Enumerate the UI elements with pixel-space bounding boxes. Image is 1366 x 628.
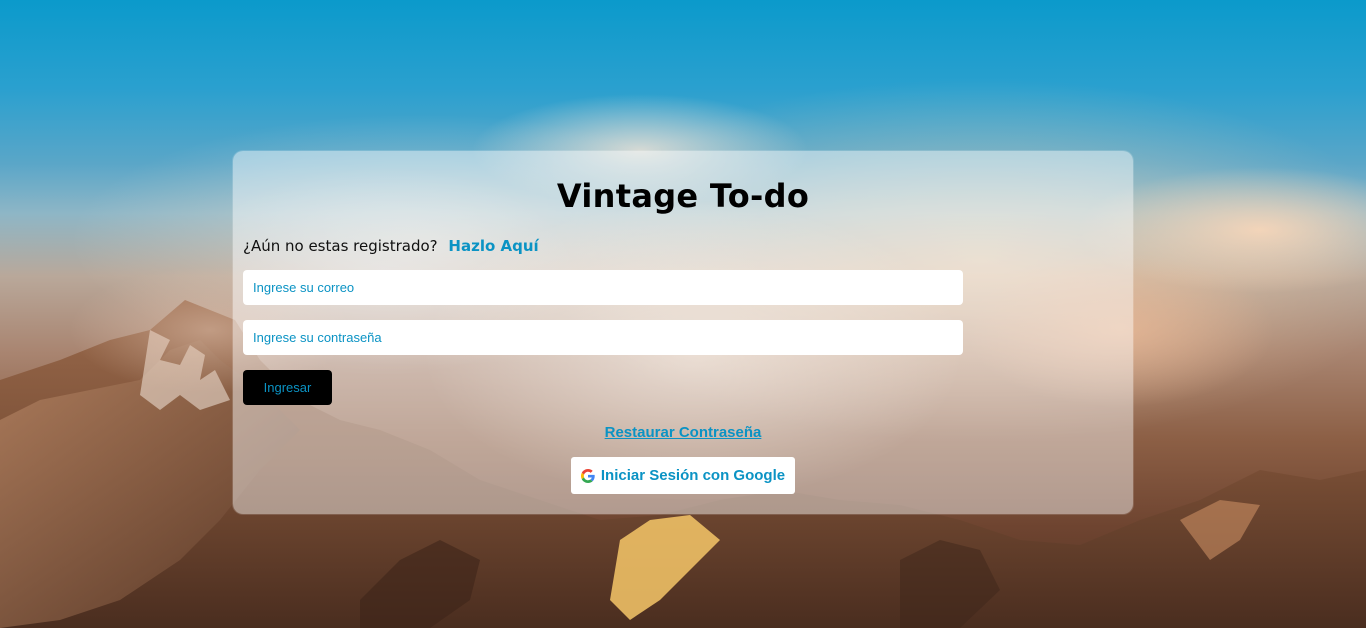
register-prompt-row: ¿Aún no estas registrado? Hazlo Aquí	[243, 237, 539, 255]
google-login-button[interactable]: Iniciar Sesión con Google	[571, 457, 795, 494]
email-input[interactable]	[243, 270, 963, 305]
password-input[interactable]	[243, 320, 963, 355]
login-button[interactable]: Ingresar	[243, 370, 332, 405]
google-icon	[580, 468, 595, 483]
register-prompt-text: ¿Aún no estas registrado?	[243, 237, 438, 255]
login-card: Vintage To-do ¿Aún no estas registrado? …	[233, 151, 1133, 514]
google-login-label: Iniciar Sesión con Google	[600, 467, 786, 484]
app-title: Vintage To-do	[556, 177, 810, 215]
register-link[interactable]: Hazlo Aquí	[448, 237, 538, 255]
restore-password-link[interactable]: Restaurar Contraseña	[233, 424, 1133, 441]
